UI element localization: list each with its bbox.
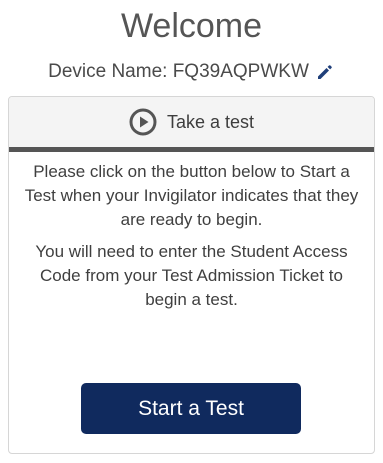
pencil-icon[interactable] — [315, 62, 335, 82]
start-test-button[interactable]: Start a Test — [81, 383, 301, 434]
device-name-row: Device Name: FQ39AQPWKW — [0, 60, 383, 84]
play-circle-icon — [129, 108, 157, 136]
welcome-page: Welcome Device Name: FQ39AQPWKW Take a t… — [0, 0, 383, 463]
page-title: Welcome — [120, 7, 263, 45]
instruction-paragraph-2: You will need to enter the Student Acces… — [35, 242, 348, 309]
instruction-paragraph-1: Please click on the button below to Star… — [24, 162, 359, 229]
device-name-label: Device Name: FQ39AQPWKW — [48, 61, 309, 82]
take-test-card: Take a test Please click on the button b… — [8, 96, 375, 454]
instructions: Please click on the button below to Star… — [9, 152, 374, 312]
take-test-label: Take a test — [166, 111, 255, 132]
take-test-header[interactable]: Take a test — [9, 97, 374, 152]
